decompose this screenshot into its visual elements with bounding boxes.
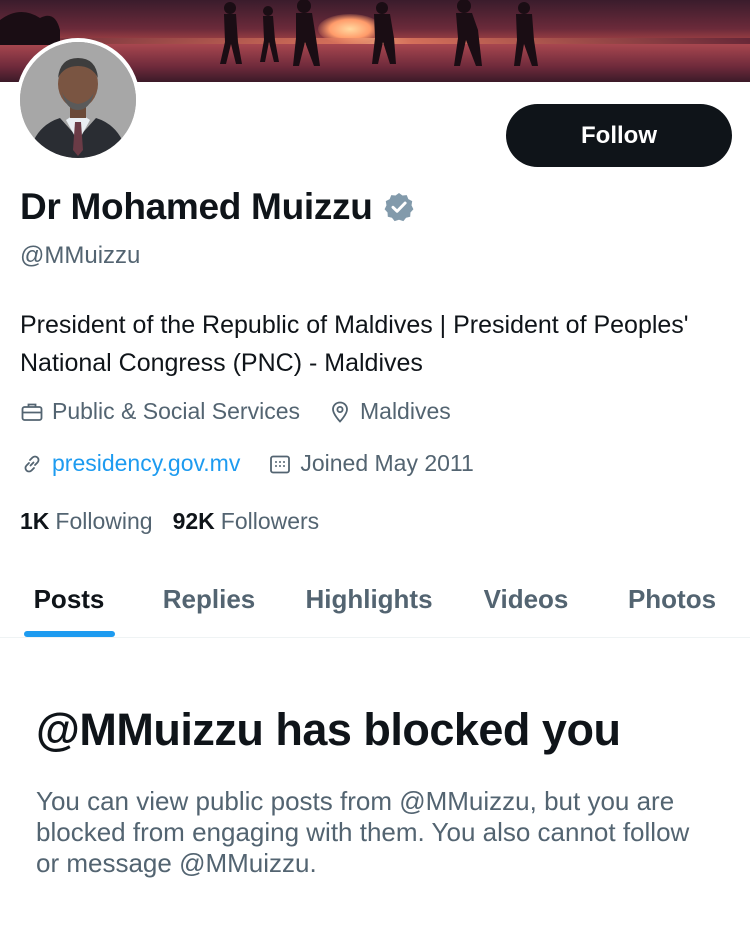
followers-label: Followers — [220, 508, 320, 534]
profile-joined: Joined May 2011 — [268, 450, 474, 477]
avatar-photo — [20, 42, 136, 158]
tab-highlights[interactable]: Highlights — [292, 560, 446, 638]
briefcase-icon — [21, 403, 43, 421]
profile-category-label: Public & Social Services — [52, 398, 300, 424]
profile-category: Public & Social Services — [20, 398, 300, 425]
blocked-description: You can view public posts from @MMuizzu,… — [36, 786, 690, 878]
tab-videos[interactable]: Videos — [470, 560, 582, 638]
profile-meta-row: Public & Social Services Maldives — [20, 398, 479, 425]
link-icon — [24, 455, 40, 472]
calendar-icon — [270, 455, 291, 473]
profile-handle: @MMuizzu — [20, 242, 141, 269]
followers-link[interactable]: 92K Followers — [173, 508, 320, 535]
following-count: 1K — [20, 508, 50, 534]
profile-tabs: Posts Replies Highlights Videos Photos — [0, 560, 750, 638]
profile-location: Maldives — [328, 398, 451, 425]
profile-joined-label: Joined May 2011 — [300, 450, 474, 476]
active-tab-indicator — [24, 631, 115, 637]
following-link[interactable]: 1K Following — [20, 508, 153, 535]
following-label: Following — [55, 508, 153, 534]
profile-name-row: Dr Mohamed Muizzu — [20, 186, 415, 228]
location-pin-icon — [332, 401, 348, 423]
profile-location-label: Maldives — [360, 398, 451, 424]
display-name: Dr Mohamed Muizzu — [20, 186, 373, 227]
verified-badge-icon[interactable] — [383, 191, 415, 223]
followers-count: 92K — [172, 508, 215, 534]
profile-stats: 1K Following 92K Followers — [20, 508, 339, 535]
tab-posts[interactable]: Posts — [18, 560, 120, 638]
profile-website[interactable]: presidency.gov.mv — [20, 450, 240, 477]
tab-replies[interactable]: Replies — [150, 560, 268, 638]
profile-bio: President of the Republic of Maldives | … — [20, 311, 689, 377]
profile-website-link[interactable]: presidency.gov.mv — [52, 450, 240, 477]
blocked-title: @MMuizzu has blocked you — [36, 704, 621, 755]
profile-avatar[interactable] — [16, 38, 140, 162]
follow-button[interactable]: Follow — [506, 104, 732, 167]
tab-photos[interactable]: Photos — [612, 560, 732, 638]
profile-meta-row-2: presidency.gov.mv Joined May 2011 — [20, 450, 502, 477]
